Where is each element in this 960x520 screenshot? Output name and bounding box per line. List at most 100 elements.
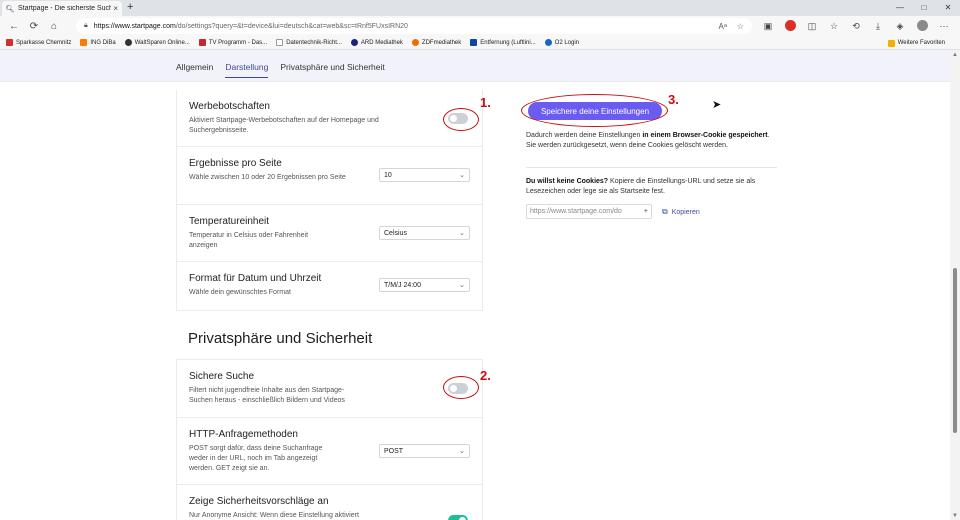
title-bar: 🔍︎ Startpage - Die sicherste Suchm... × … xyxy=(0,0,960,16)
bookmark-icon xyxy=(350,39,358,46)
annotation-number: 3. xyxy=(668,92,679,107)
bookmark-item[interactable]: Datentechnik-Richt... xyxy=(276,39,342,46)
settings-url-field[interactable]: https://www.startpage.com/do + xyxy=(526,204,652,219)
downloads-icon[interactable]: ⤓ xyxy=(870,21,886,32)
bookmark-icon xyxy=(198,39,206,46)
minimize-button[interactable]: — xyxy=(888,0,912,16)
bookmark-item[interactable]: TV Programm - Das... xyxy=(198,39,267,46)
security-suggestions-toggle[interactable] xyxy=(448,515,468,520)
close-window-button[interactable]: ✕ xyxy=(936,0,960,16)
setting-description: Wähle dein gewünschtes Format xyxy=(189,289,291,296)
setting-row-temperatur: Temperatureinheit Temperatur in Celsius … xyxy=(177,205,482,262)
new-tab-button[interactable]: + xyxy=(127,1,133,13)
tab-darstellung[interactable]: Darstellung xyxy=(225,62,269,78)
temperature-unit-select[interactable]: Celsius ⌄ xyxy=(379,226,470,240)
read-aloud-icon[interactable]: Aᵃ xyxy=(719,22,727,31)
setting-title: HTTP-Anfragemethoden xyxy=(189,429,298,440)
tab-title: Startpage - Die sicherste Suchm... xyxy=(18,5,112,12)
annotation-circle xyxy=(521,94,668,127)
bookmark-item[interactable]: Sparkasse Chemnitz xyxy=(6,39,71,46)
privacy-settings-card: Sichere Suche Filtert nicht jugendfreie … xyxy=(176,359,483,520)
setting-row-sichere-suche: Sichere Suche Filtert nicht jugendfreie … xyxy=(177,360,482,418)
home-button[interactable]: ⌂ xyxy=(44,21,64,32)
bookmark-item[interactable]: ARD Mediathek xyxy=(350,39,403,46)
bookmarks-bar: Sparkasse Chemnitz ING DiBa WaltSparen O… xyxy=(0,36,960,50)
chevron-down-icon: ⌄ xyxy=(459,172,465,179)
adblock-icon[interactable] xyxy=(782,19,798,33)
annotation-number: 1. xyxy=(480,95,491,110)
back-button[interactable]: ← xyxy=(4,21,24,32)
bookmark-icon xyxy=(470,39,478,46)
bookmark-icon xyxy=(411,39,419,46)
address-bar[interactable]: 🔒︎ https://www.startpage.com /do/setting… xyxy=(76,18,752,34)
maximize-button[interactable]: □ xyxy=(912,0,936,16)
setting-row-http-methode: HTTP-Anfragemethoden POST sorgt dafür, d… xyxy=(177,418,482,485)
settings-subnav: Allgemein Darstellung Privatsphäre und S… xyxy=(0,50,950,82)
setting-description: Wähle zwischen 10 oder 20 Ergebnissen pr… xyxy=(189,174,346,181)
bookmark-icon xyxy=(544,39,552,46)
setting-description: POST sorgt dafür, dass deine Suchanfrage… xyxy=(189,445,323,472)
url-path: /do/settings?query=&t=device&lui=deutsch… xyxy=(175,22,408,30)
tab-close-icon[interactable]: × xyxy=(113,4,118,13)
window-controls: — □ ✕ xyxy=(888,0,960,16)
extension-icon[interactable]: ▣ xyxy=(760,21,776,32)
cookie-info-text: Dadurch werden deine Einstellungen in ei… xyxy=(526,132,770,149)
more-favorites-folder[interactable]: Weitere Favoriten xyxy=(887,36,945,50)
annotation-circle xyxy=(443,376,479,399)
chevron-down-icon: ⌄ xyxy=(459,230,465,237)
lock-icon: 🔒︎ xyxy=(84,22,88,29)
results-per-page-select[interactable]: 10 ⌄ xyxy=(379,168,470,182)
appearance-settings-card: Werbebotschaften Aktiviert Startpage-Wer… xyxy=(176,90,483,311)
bookmark-icon xyxy=(80,39,88,46)
setting-title: Zeige Sicherheitsvorschläge an xyxy=(189,496,329,507)
bookmark-item[interactable]: O2 Login xyxy=(544,39,579,46)
favorites-icon[interactable]: ☆ xyxy=(826,21,842,32)
scrollbar-thumb[interactable] xyxy=(953,268,957,433)
date-format-select[interactable]: T/M/J 24:00 ⌄ xyxy=(379,278,470,292)
copy-url-button[interactable]: ⧉ Kopieren xyxy=(662,207,700,217)
browser-tab[interactable]: 🔍︎ Startpage - Die sicherste Suchm... × xyxy=(2,1,122,16)
toolbar-icons: ▣ ◫ ☆ ⟲ ⤓ ◈ ⋯ xyxy=(760,18,952,34)
chevron-down-icon: ⌄ xyxy=(459,282,465,289)
chevron-down-icon: ⌄ xyxy=(459,448,465,455)
setting-title: Werbebotschaften xyxy=(189,101,270,112)
search-icon: 🔍︎ xyxy=(5,5,15,13)
bookmark-icon xyxy=(124,39,132,46)
bookmark-item[interactable]: WaltSparen Online... xyxy=(124,39,190,46)
browser-essentials-icon[interactable]: ◈ xyxy=(892,21,908,32)
setting-row-datum: Format für Datum und Uhrzeit Wähle dein … xyxy=(177,262,482,311)
mouse-cursor-icon: ➤ xyxy=(712,99,722,111)
setting-row-ergebnisse: Ergebnisse pro Seite Wähle zwischen 10 o… xyxy=(177,147,482,205)
privacy-section-title: Privatsphäre und Sicherheit xyxy=(188,330,373,347)
divider xyxy=(526,167,777,168)
page-viewport: Allgemein Darstellung Privatsphäre und S… xyxy=(0,50,950,520)
scroll-up-icon[interactable]: ▲ xyxy=(952,52,958,58)
bookmark-item[interactable]: ZDFmediathek xyxy=(411,39,461,46)
reload-button[interactable]: ⟳ xyxy=(24,21,44,32)
setting-row-sicherheitsvorschlaege: Zeige Sicherheitsvorschläge an Nur Anony… xyxy=(177,485,482,520)
page-icon xyxy=(276,39,284,46)
bookmark-item[interactable]: Entfernung (Luftlini... xyxy=(470,39,536,46)
split-screen-icon[interactable]: ◫ xyxy=(804,21,820,32)
page-scrollbar[interactable]: ▲ ▼ xyxy=(950,50,960,520)
profile-avatar[interactable] xyxy=(914,19,930,33)
history-icon[interactable]: ⟲ xyxy=(848,21,864,32)
folder-icon xyxy=(887,39,895,47)
setting-description: Aktiviert Startpage-Werbebotschaften auf… xyxy=(189,117,379,134)
url-host: https://www.startpage.com xyxy=(93,22,176,30)
favorite-star-icon[interactable]: ☆ xyxy=(737,22,744,31)
plus-icon[interactable]: + xyxy=(644,208,648,215)
setting-description: Nur Anonyme Ansicht: Wenn diese Einstell… xyxy=(189,512,359,519)
bookmark-item[interactable]: ING DiBa xyxy=(80,39,116,46)
tab-allgemein[interactable]: Allgemein xyxy=(176,62,213,78)
more-menu-icon[interactable]: ⋯ xyxy=(936,21,952,32)
setting-title: Sichere Suche xyxy=(189,371,255,382)
http-method-select[interactable]: POST ⌄ xyxy=(379,444,470,458)
browser-toolbar: ← ⟳ ⌂ 🔒︎ https://www.startpage.com /do/s… xyxy=(0,16,960,36)
annotation-circle xyxy=(443,108,479,131)
scroll-down-icon[interactable]: ▼ xyxy=(952,513,958,519)
setting-row-werbebotschaften: Werbebotschaften Aktiviert Startpage-Wer… xyxy=(177,90,482,147)
setting-description: Temperatur in Celsius oder Fahrenheit an… xyxy=(189,232,309,249)
tab-privatsphaere[interactable]: Privatsphäre und Sicherheit xyxy=(280,62,384,78)
bookmark-icon xyxy=(6,39,13,46)
